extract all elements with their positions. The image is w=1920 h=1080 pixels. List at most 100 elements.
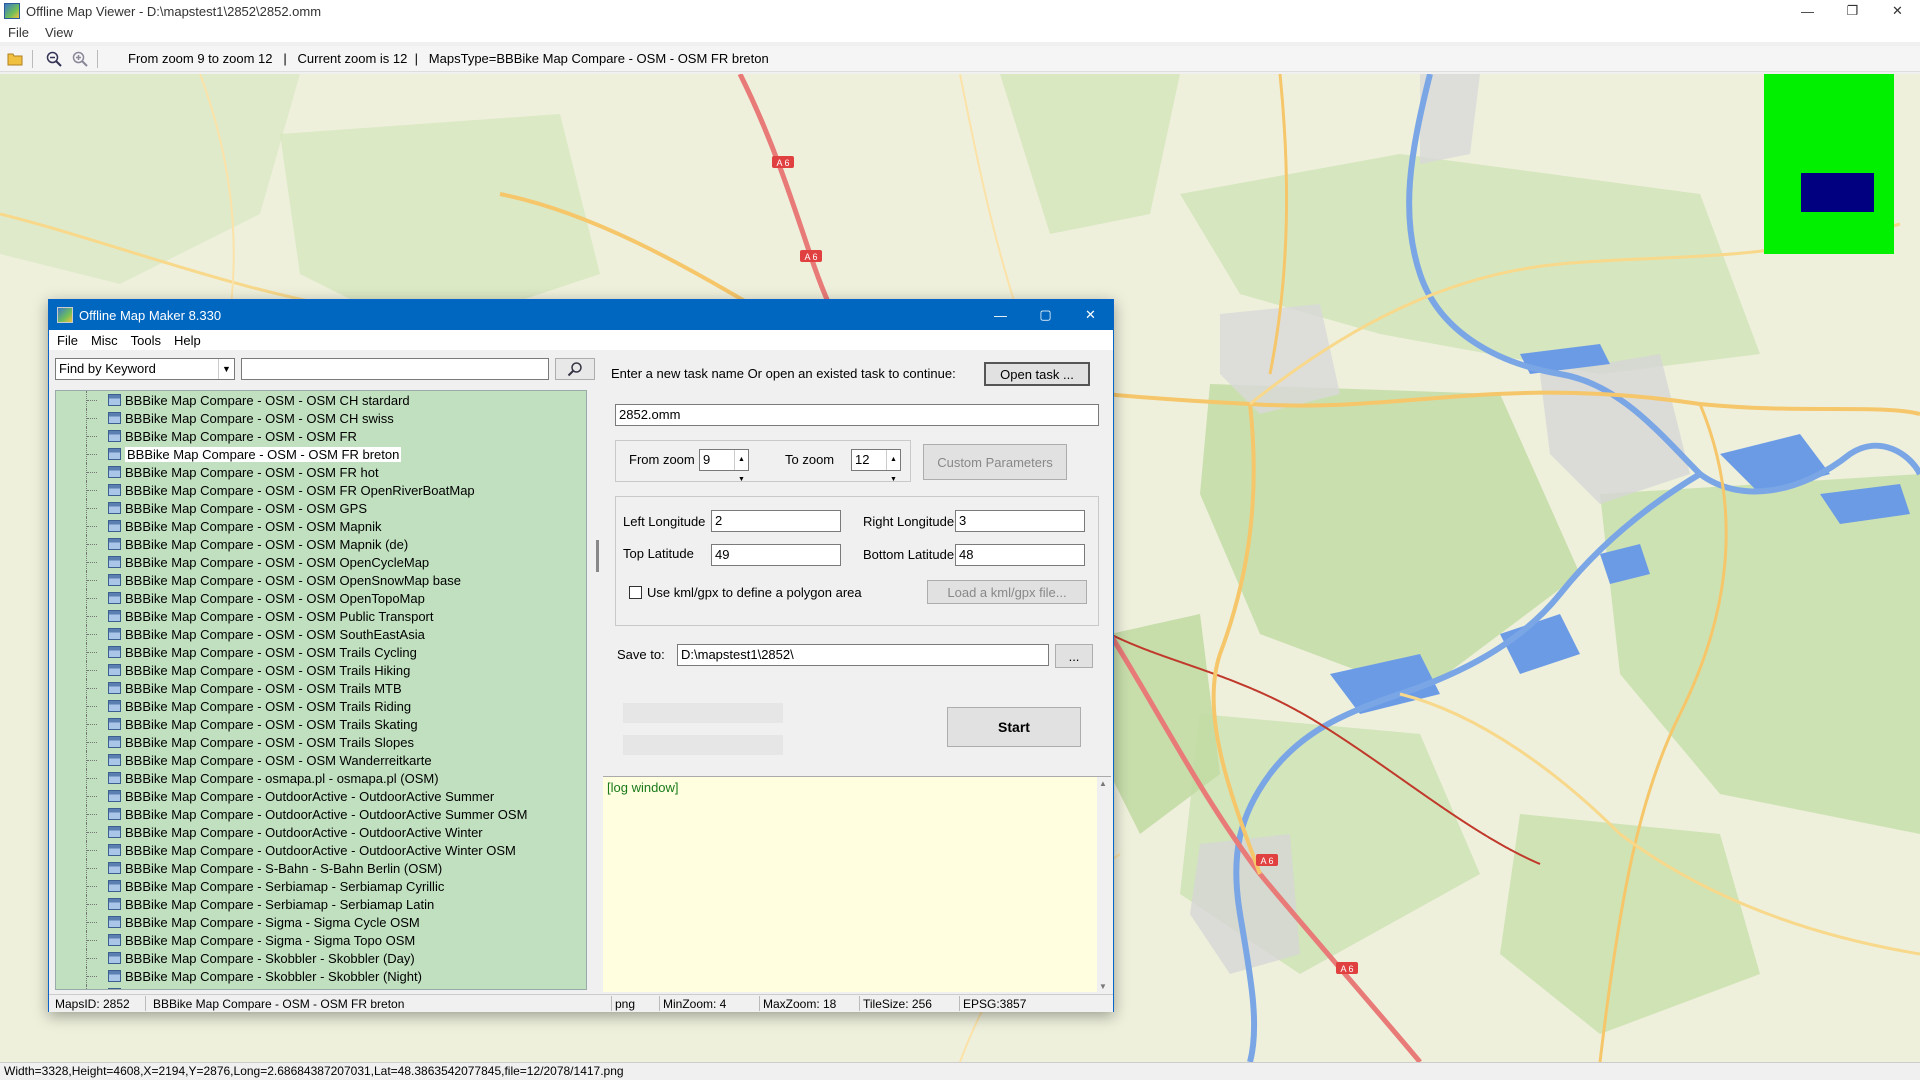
- tree-guide-line: [87, 706, 97, 707]
- tree-item[interactable]: BBBike Map Compare - OSM - OSM GPS: [56, 499, 586, 517]
- spin-down-icon[interactable]: ▼: [890, 470, 897, 490]
- save-to-path-input[interactable]: D:\mapstest1\2852\: [677, 644, 1049, 666]
- spin-down-icon[interactable]: ▼: [738, 470, 745, 490]
- tree-item[interactable]: BBBike Map Compare - S-Bahn - S-Bahn Ber…: [56, 859, 586, 877]
- log-window[interactable]: [log window] ▲ ▼: [603, 776, 1111, 993]
- tree-item[interactable]: BBBike Map Compare - OSM - OSM OpenTopoM…: [56, 589, 586, 607]
- overview-viewport-rect[interactable]: [1801, 173, 1874, 212]
- tree-item[interactable]: BBBike Map Compare - Serbiamap - Serbiam…: [56, 877, 586, 895]
- tree-item-label: BBBike Map Compare - OSM - OSM Mapnik: [125, 518, 382, 534]
- tree-item[interactable]: BBBike Map Compare - OSM - OSM OpenCycle…: [56, 553, 586, 571]
- dialog-menu-tools[interactable]: Tools: [131, 333, 161, 348]
- search-button[interactable]: [555, 358, 595, 380]
- tree-item[interactable]: BBBike Map Compare - OSM - OSM FR hot: [56, 463, 586, 481]
- tree-item[interactable]: BBBike Map Compare - OSM - OSM CH starda…: [56, 391, 586, 409]
- open-folder-icon[interactable]: [4, 48, 26, 70]
- save-to-label: Save to:: [617, 647, 665, 662]
- tree-item[interactable]: BBBike Map Compare - OutdoorActive - Out…: [56, 787, 586, 805]
- tree-item[interactable]: BBBike Map Compare - Sigma - Sigma Topo …: [56, 931, 586, 949]
- tree-item-label: BBBike Map Compare - OSM - OSM OpenCycle…: [125, 554, 430, 570]
- use-kml-checkbox[interactable]: [629, 586, 642, 599]
- scroll-up-icon[interactable]: ▲: [1099, 779, 1107, 788]
- tree-item[interactable]: BBBike Map Compare - OSM - OSM Mapnik (d…: [56, 535, 586, 553]
- menu-file[interactable]: File: [8, 25, 29, 40]
- task-name-input[interactable]: 2852.omm: [615, 404, 1099, 426]
- right-longitude-label: Right Longitude: [863, 514, 955, 529]
- dialog-menu-file[interactable]: File: [57, 333, 78, 348]
- search-mode-select[interactable]: Find by Keyword ▼: [55, 358, 235, 380]
- from-zoom-label: From zoom: [629, 452, 695, 467]
- keyword-search-input[interactable]: [241, 358, 549, 380]
- tree-item[interactable]: BBBike Map Compare - Serbiamap - Serbiam…: [56, 895, 586, 913]
- tree-item[interactable]: BBBike Map Compare - OSM - OSM Trails Hi…: [56, 661, 586, 679]
- from-zoom-spinner[interactable]: 9 ▲ ▼: [699, 449, 749, 483]
- dialog-maximize-button[interactable]: ▢: [1023, 300, 1068, 330]
- tree-item[interactable]: BBBike Map Compare - Sigma - Sigma Cycle…: [56, 913, 586, 931]
- spin-up-icon[interactable]: ▲: [890, 450, 897, 470]
- tree-item-label: BBBike Map Compare - OSM - OSM FR: [125, 428, 357, 444]
- dialog-menu-misc[interactable]: Misc: [91, 333, 118, 348]
- tree-item[interactable]: BBBike Map Compare - Skobbler - Skobbler…: [56, 967, 586, 985]
- tree-item[interactable]: BBBike Map Compare - OSM - OSM Trails MT…: [56, 679, 586, 697]
- zoom-out-icon[interactable]: [43, 48, 65, 70]
- tree-item[interactable]: BBBike Map Compare - OSM - OSM OpenSnowM…: [56, 571, 586, 589]
- tree-item[interactable]: BBBike Map Compare - OSM - OSM CH swiss: [56, 409, 586, 427]
- status-map-name: BBBike Map Compare - OSM - OSM FR breton: [153, 997, 405, 1011]
- tree-item[interactable]: BBBike Map Compare - OSM - OSM Mapnik: [56, 517, 586, 535]
- browse-folder-button[interactable]: ...: [1055, 644, 1093, 668]
- maximize-button[interactable]: ❐: [1830, 0, 1875, 22]
- close-button[interactable]: ✕: [1875, 0, 1920, 22]
- tree-item[interactable]: BBBike Map Compare - OSM - OSM Trails Sk…: [56, 715, 586, 733]
- tree-item[interactable]: BBBike Map Compare - OutdoorActive - Out…: [56, 823, 586, 841]
- right-longitude-input[interactable]: 3: [955, 510, 1085, 532]
- tree-item-label: BBBike Map Compare - S-Bahn - S-Bahn Ber…: [125, 860, 443, 876]
- tree-item[interactable]: BBBike Map Compare - OSM - OSM Trails Ri…: [56, 697, 586, 715]
- map-icon: [108, 880, 121, 892]
- tree-item[interactable]: BBBike Map Compare - OutdoorActive - Out…: [56, 841, 586, 859]
- left-longitude-input[interactable]: 2: [711, 510, 841, 532]
- tree-item[interactable]: BBBike Map Compare - OSM - OSM FR: [56, 427, 586, 445]
- tree-item[interactable]: BBBike Map Compare - OSM - OSM FR OpenRi…: [56, 481, 586, 499]
- dialog-title-bar[interactable]: Offline Map Maker 8.330 — ▢ ✕: [49, 300, 1113, 330]
- tree-item[interactable]: BBBike Map Compare - OSM - OSM Trails Sl…: [56, 733, 586, 751]
- start-button[interactable]: Start: [947, 707, 1081, 747]
- tree-item-label: BBBike Map Compare - OSM - OSM Trails MT…: [125, 680, 402, 696]
- zoom-in-icon[interactable]: [69, 48, 91, 70]
- tree-item[interactable]: BBBike Map Compare - OutdoorActive - Out…: [56, 805, 586, 823]
- road-label-a6: A 6: [804, 252, 817, 262]
- map-icon: [108, 628, 121, 640]
- tree-item[interactable]: BBBike Map Compare - OSM - OSM Wanderrei…: [56, 751, 586, 769]
- dialog-close-button[interactable]: ✕: [1068, 300, 1113, 330]
- tree-item[interactable]: BBBike Map Compare - OSM - OSM FR breton: [56, 445, 586, 463]
- overview-minimap[interactable]: [1764, 74, 1894, 254]
- to-zoom-spinner[interactable]: 12 ▲ ▼: [851, 449, 901, 483]
- tree-item[interactable]: BBBike Map Compare - OSM - OSM SouthEast…: [56, 625, 586, 643]
- tree-item[interactable]: BBBike Map Compare - Skobbler - Skobbler…: [56, 985, 586, 989]
- bottom-latitude-input[interactable]: 48: [955, 544, 1085, 566]
- custom-parameters-button[interactable]: Custom Parameters: [923, 444, 1067, 480]
- tree-item[interactable]: BBBike Map Compare - OSM - OSM Public Tr…: [56, 607, 586, 625]
- spin-up-icon[interactable]: ▲: [738, 450, 745, 470]
- map-source-tree[interactable]: BBBike Map Compare - OSM - OSM CH starda…: [55, 390, 587, 990]
- map-icon: [108, 988, 121, 989]
- dialog-menu-help[interactable]: Help: [174, 333, 201, 348]
- tree-scrollbar-thumb[interactable]: [596, 540, 599, 572]
- open-task-button[interactable]: Open task ...: [984, 362, 1090, 386]
- map-icon: [108, 970, 121, 982]
- tree-item-label: BBBike Map Compare - osmapa.pl - osmapa.…: [125, 770, 439, 786]
- tree-item[interactable]: BBBike Map Compare - osmapa.pl - osmapa.…: [56, 769, 586, 787]
- log-scrollbar[interactable]: ▲ ▼: [1097, 777, 1111, 993]
- left-longitude-label: Left Longitude: [623, 514, 706, 529]
- map-icon: [108, 700, 121, 712]
- dialog-minimize-button[interactable]: —: [978, 300, 1023, 330]
- menu-view[interactable]: View: [45, 25, 73, 40]
- minimize-button[interactable]: —: [1785, 0, 1830, 22]
- chevron-down-icon[interactable]: ▼: [218, 359, 234, 379]
- tree-guide-line: [87, 976, 97, 977]
- load-kml-button[interactable]: Load a kml/gpx file...: [927, 580, 1087, 604]
- tree-guide-line: [87, 508, 97, 509]
- tree-item[interactable]: BBBike Map Compare - Skobbler - Skobbler…: [56, 949, 586, 967]
- tree-item[interactable]: BBBike Map Compare - OSM - OSM Trails Cy…: [56, 643, 586, 661]
- top-latitude-input[interactable]: 49: [711, 544, 841, 566]
- scroll-down-icon[interactable]: ▼: [1099, 982, 1107, 991]
